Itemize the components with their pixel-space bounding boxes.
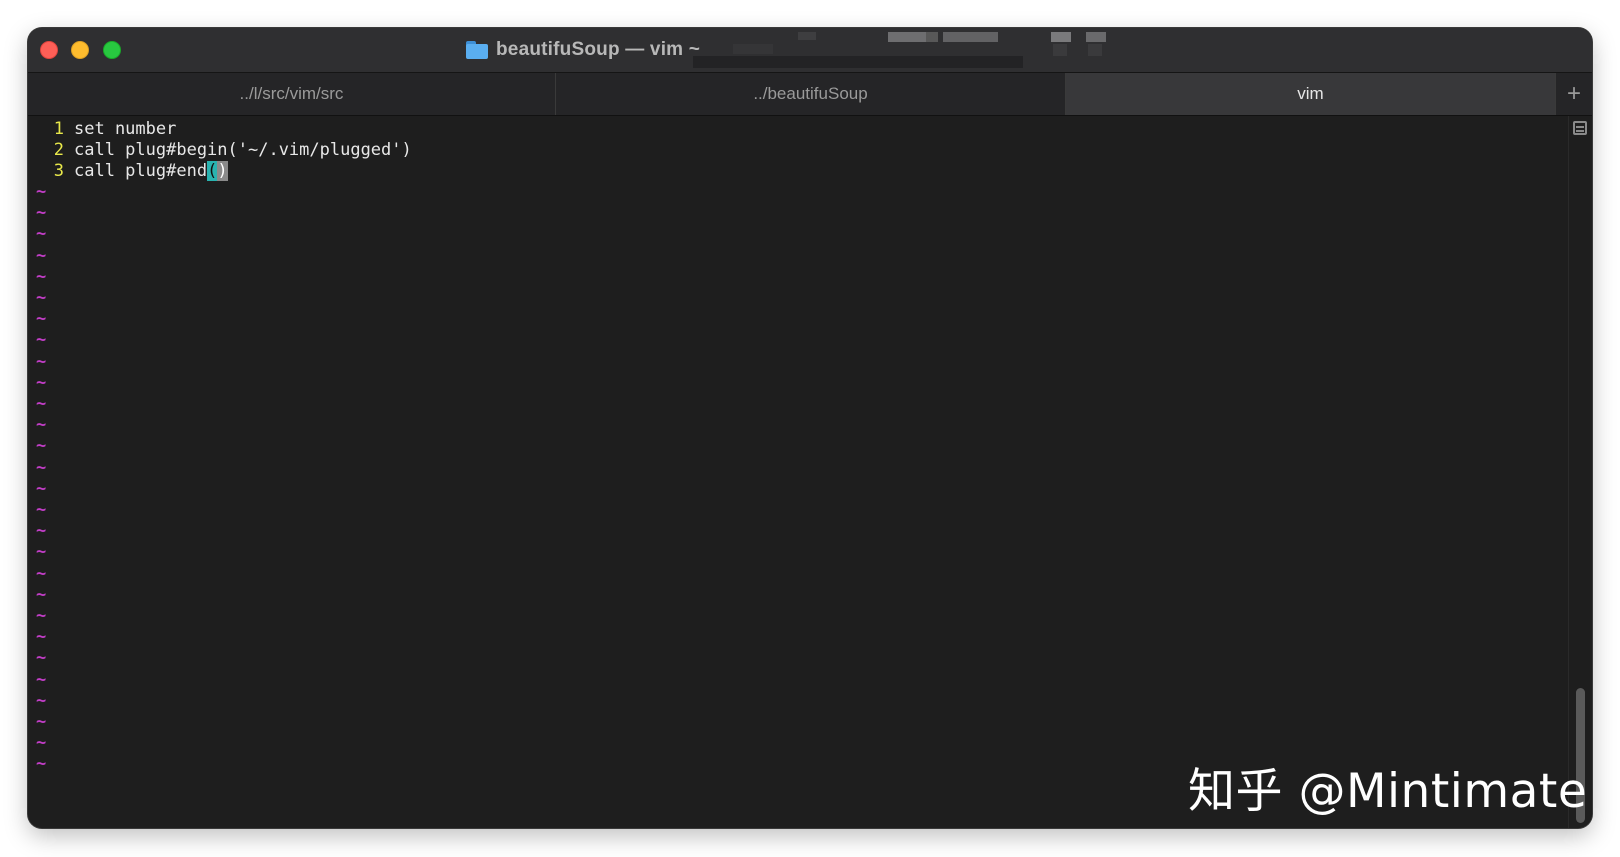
tab-beautifusoup[interactable]: ../beautifuSoup xyxy=(556,73,1066,115)
redacted-area xyxy=(693,32,1113,68)
empty-line-tilde: ~ xyxy=(36,584,47,605)
folder-icon xyxy=(466,41,488,59)
title-bar[interactable]: beautifuSoup — vim ~ xyxy=(28,28,1592,73)
line-text: call plug#end xyxy=(74,161,208,181)
empty-line-tilde: ~ xyxy=(36,288,47,308)
close-button[interactable] xyxy=(40,41,58,59)
tab-src[interactable]: ../l/src/vim/src xyxy=(28,73,556,115)
empty-line-tilde: ~ xyxy=(36,690,47,711)
empty-line-tilde: ~ xyxy=(36,415,47,436)
line-number: 1 xyxy=(53,119,64,139)
code-line[interactable]: 2 call plug#begin('~/.vim/plugged') xyxy=(36,140,412,161)
empty-line-tilde: ~ xyxy=(36,394,47,414)
empty-line-tilde: ~ xyxy=(36,182,47,202)
terminal-window: beautifuSoup — vim ~ ../l/src/vim/src ..… xyxy=(28,28,1592,828)
empty-line-tilde: ~ xyxy=(36,478,47,499)
split-pane-icon[interactable] xyxy=(1573,121,1587,135)
watermark: 知乎 @Mintimate xyxy=(1188,764,1588,819)
empty-line-tilde: ~ xyxy=(36,648,47,669)
empty-line-tilde: ~ xyxy=(36,500,47,520)
empty-line-tilde: ~ xyxy=(36,627,47,648)
empty-line-tilde: ~ xyxy=(36,372,47,393)
window-title-group: beautifuSoup — vim ~ xyxy=(466,38,700,62)
text-cursor: ( xyxy=(207,161,218,181)
empty-line-tilde: ~ xyxy=(36,245,47,266)
maximize-button[interactable] xyxy=(103,41,121,59)
line-number: 3 xyxy=(53,161,64,181)
minimize-button[interactable] xyxy=(71,41,89,59)
empty-line-tilde: ~ xyxy=(36,266,47,287)
empty-line-tilde: ~ xyxy=(36,436,47,457)
empty-line-tilde: ~ xyxy=(36,309,47,330)
empty-line-tilde: ~ xyxy=(36,733,47,754)
empty-line-tilde: ~ xyxy=(36,203,47,224)
code-line[interactable]: 3 call plug#end() xyxy=(36,161,228,182)
empty-line-tilde: ~ xyxy=(36,563,47,584)
tab-bar: ../l/src/vim/src ../beautifuSoup vim + xyxy=(28,73,1592,116)
empty-line-tilde: ~ xyxy=(36,224,47,245)
line-number: 2 xyxy=(53,140,64,160)
line-text: call plug#begin('~/.vim/plugged') xyxy=(74,140,412,160)
empty-line-tilde: ~ xyxy=(36,712,47,732)
tab-vim[interactable]: vim xyxy=(1066,73,1556,115)
matching-paren: ) xyxy=(217,161,228,181)
empty-line-tilde: ~ xyxy=(36,669,47,690)
empty-line-tilde: ~ xyxy=(36,330,47,351)
empty-line-tilde: ~ xyxy=(36,754,47,775)
empty-line-tilde: ~ xyxy=(36,542,47,563)
empty-line-tilde: ~ xyxy=(36,606,47,626)
empty-line-tilde: ~ xyxy=(36,521,47,542)
line-text: set number xyxy=(74,119,177,139)
new-tab-button[interactable]: + xyxy=(1556,73,1592,115)
vim-editor[interactable]: 1 set number 2 call plug#begin('~/.vim/plu… xyxy=(28,116,1592,828)
empty-line-tilde: ~ xyxy=(36,351,47,372)
code-line[interactable]: 1 set number xyxy=(36,119,177,140)
empty-line-tilde: ~ xyxy=(36,457,47,478)
window-title: beautifuSoup — vim ~ xyxy=(496,39,701,60)
